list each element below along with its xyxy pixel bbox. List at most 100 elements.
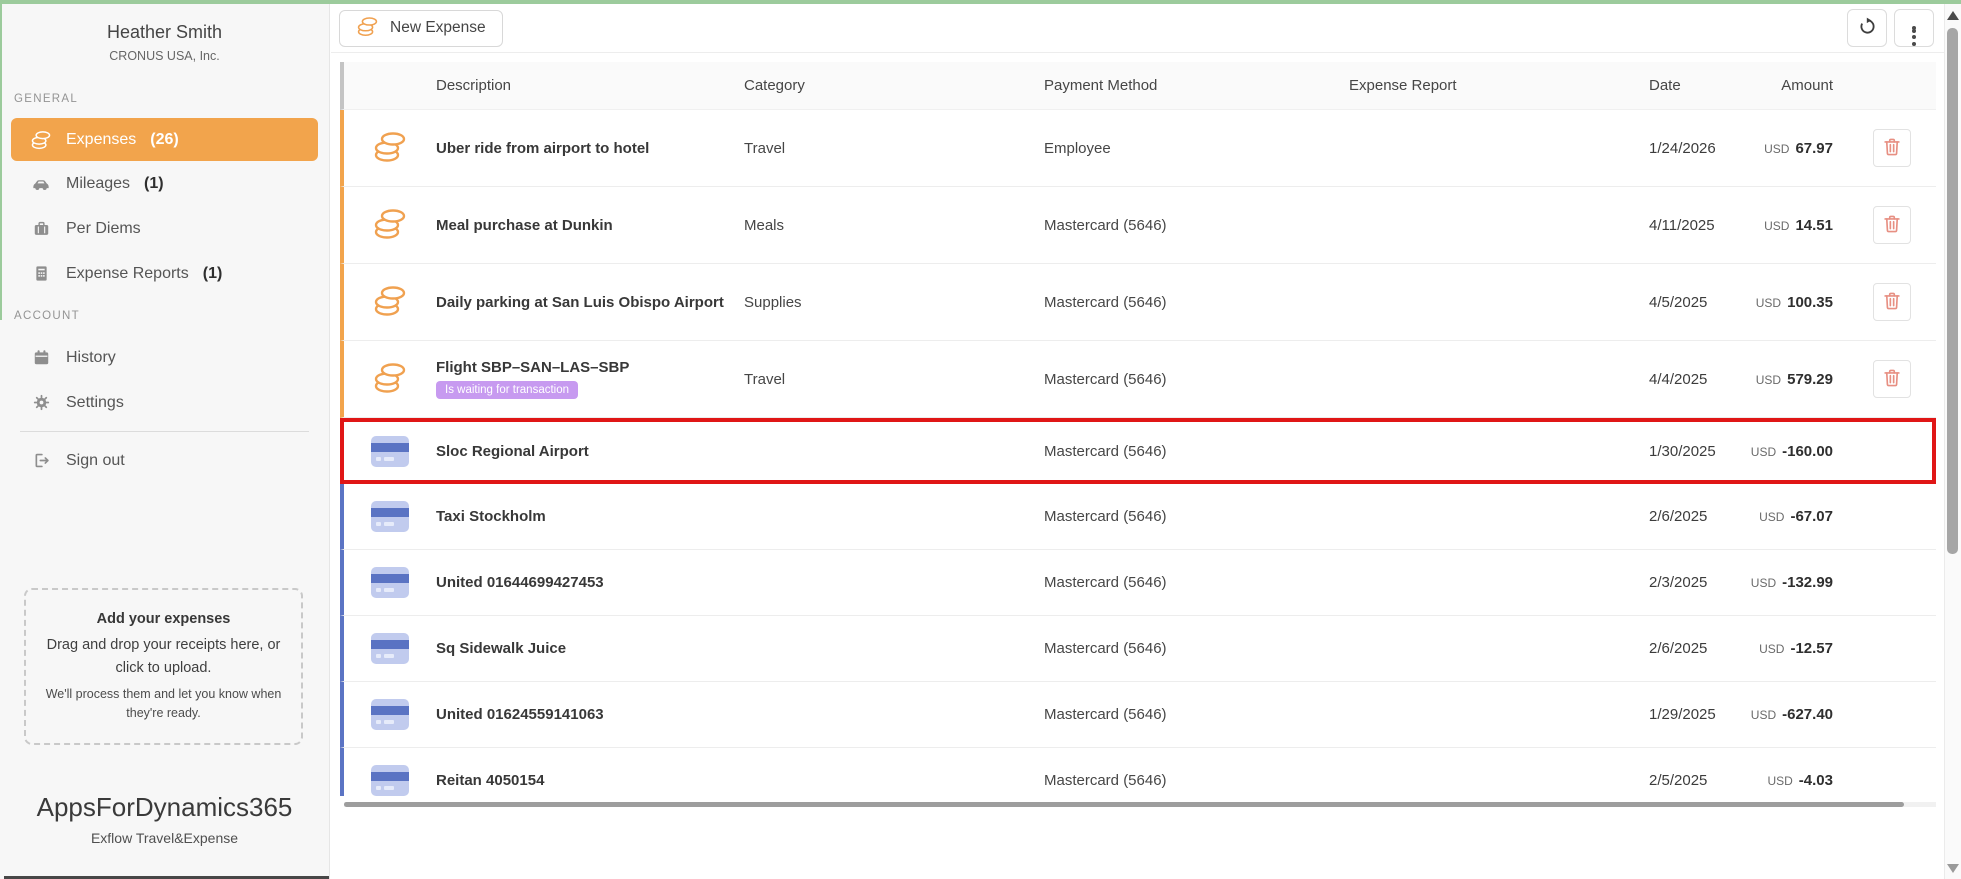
expense-category: Meals xyxy=(744,217,1044,234)
section-label-account: ACCOUNT xyxy=(14,310,329,322)
currency-code: USD xyxy=(1764,219,1789,233)
amount-value: -132.99 xyxy=(1782,574,1833,591)
cash-expense-icon xyxy=(372,129,408,167)
sidebar-nav: Expenses (26) Mileages (1) xyxy=(0,118,329,296)
delete-button[interactable] xyxy=(1873,129,1911,167)
sidebar-divider xyxy=(20,431,309,432)
user-company: CRONUS USA, Inc. xyxy=(0,49,329,63)
sidebar-item-label: Expense Reports xyxy=(66,265,189,283)
sidebar-item-label: Expenses xyxy=(66,131,136,149)
new-expense-button[interactable]: New Expense xyxy=(339,10,503,47)
delete-button[interactable] xyxy=(1873,283,1911,321)
cash-expense-icon xyxy=(372,283,408,321)
sidebar-item-label: Sign out xyxy=(66,452,125,470)
trash-icon xyxy=(1881,213,1903,238)
expense-amount: USD -160.00 xyxy=(1741,443,1833,460)
table-row[interactable]: Daily parking at San Luis Obispo Airport… xyxy=(340,264,1936,341)
table-row[interactable]: Meal purchase at Dunkin Meals Mastercard… xyxy=(340,187,1936,264)
expense-payment-method: Employee xyxy=(1044,140,1349,157)
amount-value: -160.00 xyxy=(1782,443,1833,460)
horizontal-scrollbar-thumb[interactable] xyxy=(344,802,1904,807)
credit-card-icon xyxy=(371,436,409,467)
scroll-down-arrow-icon[interactable] xyxy=(1947,864,1959,873)
vertical-scrollbar-thumb[interactable] xyxy=(1947,28,1958,554)
table-row[interactable]: Sq Sidewalk Juice Mastercard (5646) 2/6/… xyxy=(340,616,1936,682)
briefcase-icon xyxy=(30,219,52,238)
sidebar-item-sign-out[interactable]: Sign out xyxy=(0,438,329,483)
sidebar-item-mileages[interactable]: Mileages (1) xyxy=(0,161,329,206)
trash-icon xyxy=(1881,367,1903,392)
expense-description: United 01624559141063 xyxy=(436,706,604,723)
amount-value: 579.29 xyxy=(1787,371,1833,388)
sidebar-item-label: Mileages xyxy=(66,175,130,193)
refresh-icon xyxy=(1857,16,1878,40)
table-row[interactable]: Reitan 4050154 Mastercard (5646) 2/5/202… xyxy=(340,748,1936,796)
expense-description: Sq Sidewalk Juice xyxy=(436,640,566,657)
sidebar-item-count: (26) xyxy=(150,131,178,149)
horizontal-scrollbar[interactable] xyxy=(344,802,1936,807)
upload-instruction: Drag and drop your receipts here, or cli… xyxy=(42,634,285,680)
column-header-amount: Amount xyxy=(1781,77,1833,94)
vertical-scrollbar[interactable] xyxy=(1944,4,1961,879)
expense-payment-method: Mastercard (5646) xyxy=(1044,706,1349,723)
table-row[interactable]: United 01624559141063 Mastercard (5646) … xyxy=(340,682,1936,748)
section-label-general: GENERAL xyxy=(14,93,329,105)
sidebar-item-per-diems[interactable]: Per Diems xyxy=(0,206,329,251)
currency-code: USD xyxy=(1764,142,1789,156)
expense-amount: USD 14.51 xyxy=(1741,217,1833,234)
logout-icon xyxy=(30,451,52,470)
cash-expense-icon xyxy=(372,206,408,244)
delete-button[interactable] xyxy=(1873,360,1911,398)
expense-date: 4/5/2025 xyxy=(1649,294,1741,311)
credit-card-icon xyxy=(371,765,409,796)
currency-code: USD xyxy=(1767,774,1792,788)
table-row[interactable]: United 01644699427453 Mastercard (5646) … xyxy=(340,550,1936,616)
brand: AppsForDynamics365 Exflow Travel&Expense xyxy=(0,792,329,846)
status-badge: Is waiting for transaction xyxy=(436,381,578,399)
scroll-up-arrow-icon[interactable] xyxy=(1947,11,1959,20)
expense-date: 2/6/2025 xyxy=(1649,640,1741,657)
expense-category: Travel xyxy=(744,140,1044,157)
upload-title: Add your expenses xyxy=(42,611,285,627)
expense-date: 1/24/2026 xyxy=(1649,140,1741,157)
expenses-table: Description Category Payment Method Expe… xyxy=(340,62,1936,807)
more-options-button[interactable] xyxy=(1894,9,1934,47)
refresh-button[interactable] xyxy=(1847,9,1887,47)
credit-card-icon xyxy=(371,633,409,664)
sidebar-item-history[interactable]: History xyxy=(0,335,329,380)
sidebar-item-expenses[interactable]: Expenses (26) xyxy=(11,118,318,161)
expense-payment-method: Mastercard (5646) xyxy=(1044,772,1349,789)
brand-name: AppsForDynamics365 xyxy=(0,792,329,823)
credit-card-icon xyxy=(371,501,409,532)
upload-dropzone[interactable]: Add your expenses Drag and drop your rec… xyxy=(24,588,303,745)
table-row[interactable]: Uber ride from airport to hotel Travel E… xyxy=(340,110,1936,187)
expense-payment-method: Mastercard (5646) xyxy=(1044,574,1349,591)
amount-value: -627.40 xyxy=(1782,706,1833,723)
upload-note: We'll process them and let you know when… xyxy=(42,685,285,723)
column-header-category: Category xyxy=(744,77,1044,94)
trash-icon xyxy=(1881,290,1903,315)
credit-card-icon xyxy=(371,699,409,730)
currency-code: USD xyxy=(1751,576,1776,590)
sidebar-item-label: Settings xyxy=(66,394,124,412)
currency-code: USD xyxy=(1759,510,1784,524)
sidebar-item-settings[interactable]: Settings xyxy=(0,380,329,425)
table-row[interactable]: Sloc Regional Airport Mastercard (5646) … xyxy=(340,418,1936,484)
delete-button[interactable] xyxy=(1873,206,1911,244)
expense-description: Daily parking at San Luis Obispo Airport xyxy=(436,294,724,311)
coins-icon xyxy=(30,129,52,150)
coins-icon xyxy=(356,15,379,42)
gear-icon xyxy=(30,393,52,412)
sidebar-item-expense-reports[interactable]: Expense Reports (1) xyxy=(0,251,329,296)
expense-date: 2/5/2025 xyxy=(1649,772,1741,789)
brand-product: Exflow Travel&Expense xyxy=(0,830,329,846)
credit-card-icon xyxy=(371,567,409,598)
amount-value: -12.57 xyxy=(1790,640,1833,657)
currency-code: USD xyxy=(1759,642,1784,656)
expense-amount: USD -132.99 xyxy=(1741,574,1833,591)
currency-code: USD xyxy=(1756,296,1781,310)
expense-payment-method: Mastercard (5646) xyxy=(1044,640,1349,657)
table-row[interactable]: Taxi Stockholm Mastercard (5646) 2/6/202… xyxy=(340,484,1936,550)
screen-border-top xyxy=(0,0,1961,4)
table-row[interactable]: Flight SBP–SAN–LAS–SBP Is waiting for tr… xyxy=(340,341,1936,418)
